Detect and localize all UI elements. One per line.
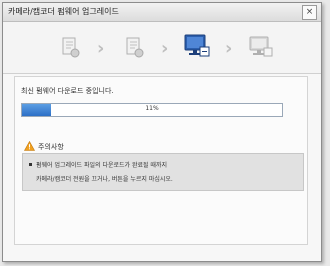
window-title: 카메라/캠코더 펌웨어 업그레이드: [8, 7, 119, 16]
document-check-icon: [126, 37, 144, 58]
warning-icon: [24, 141, 35, 151]
download-progress-bar: 11%: [21, 103, 283, 117]
notice-line-1: 펌웨어 업그레이드 파일의 다운로드가 완료될 때까지: [36, 162, 167, 169]
monitor-download-icon: [184, 34, 210, 57]
title-bar[interactable]: 카메라/캠코더 펌웨어 업그레이드 ×: [3, 3, 321, 22]
document-check-icon: [62, 37, 80, 58]
step-indicator: › › ›: [3, 22, 321, 73]
close-button[interactable]: ×: [302, 5, 317, 20]
steps-divider: [3, 73, 321, 74]
step-arrow-icon: ›: [161, 38, 169, 59]
step-arrow-icon: ›: [97, 38, 105, 59]
progress-percent-label: 11%: [145, 105, 159, 112]
notice-heading: 주의사항: [24, 141, 64, 152]
notice-box: 펌웨어 업그레이드 파일의 다운로드가 완료될 때까지 카메라/캠코더 전원을 …: [22, 153, 304, 191]
notice-line-2: 카메라/캠코더 전원을 끄거나, 버튼을 누르지 마십시오.: [36, 176, 173, 183]
bullet-icon: [29, 163, 32, 166]
download-status-text: 최신 펌웨어 다운로드 중입니다.: [21, 87, 114, 95]
monitor-install-icon: [249, 36, 273, 57]
notice-title: 주의사항: [38, 143, 64, 151]
step-arrow-icon: ›: [225, 38, 233, 59]
